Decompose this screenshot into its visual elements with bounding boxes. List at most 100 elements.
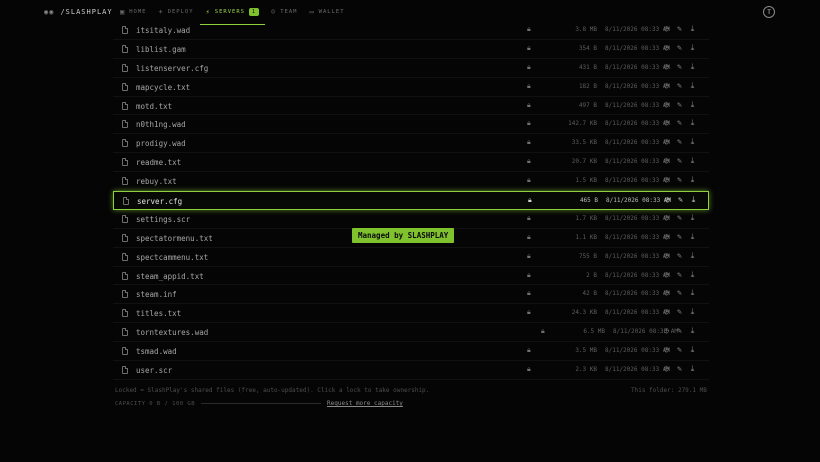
file-row[interactable]: steam_appid.txt 🔒︎ 2 B 8/11/2026 08:33 AM ◷ ✎… [113,267,709,286]
history-icon[interactable]: ◷ [662,232,671,242]
file-row[interactable]: torntextures.wad 🔒︎ 6.5 MB 8/11/2026 08:33 … [113,323,709,343]
lock-icon[interactable]: 🔒︎ [527,25,531,34]
lock-icon[interactable]: 🔒︎ [541,327,545,336]
file-date: 8/11/2026 08:33 AM [605,214,671,222]
download-icon[interactable]: ⤓ [688,251,697,261]
download-icon[interactable]: ⤓ [688,326,697,336]
lock-icon[interactable]: 🔒︎ [527,271,531,280]
file-row[interactable]: listenserver.cfg 🔒︎ 431 B 8/11/2026 08:33 A… [113,59,709,78]
edit-icon[interactable]: ✎ [676,195,685,205]
edit-icon[interactable]: ✎ [675,345,684,355]
edit-icon[interactable]: ✎ [675,137,684,147]
edit-icon[interactable]: ✎ [675,307,684,317]
history-icon[interactable]: ◷ [663,195,672,205]
edit-icon[interactable]: ✎ [675,62,684,72]
download-icon[interactable]: ⤓ [688,118,697,128]
file-row[interactable]: n0th1ng.wad 🔒︎ 142.7 KB 8/11/2026 08:33 AM ◷… [113,115,709,135]
history-icon[interactable]: ◷ [662,364,671,374]
edit-icon[interactable]: ✎ [675,270,684,280]
lock-icon[interactable]: 🔒︎ [527,289,531,298]
edit-icon[interactable]: ✎ [675,175,684,185]
file-row[interactable]: prodigy.wad 🔒︎ 33.5 KB 8/11/2026 08:33 AM ◷ ✎… [113,134,709,154]
file-row[interactable]: tsmad.wad 🔒︎ 3.5 MB 8/11/2026 08:33 AM ◷ ✎ ⤓ [113,342,709,362]
history-icon[interactable]: ◷ [662,251,671,261]
edit-icon[interactable]: ✎ [675,213,684,223]
download-icon[interactable]: ⤓ [688,288,697,298]
history-icon[interactable]: ◷ [662,270,671,280]
download-icon[interactable]: ⤓ [689,195,698,205]
download-icon[interactable]: ⤓ [688,232,697,242]
history-icon[interactable]: ◷ [662,81,671,91]
download-icon[interactable]: ⤓ [688,213,697,223]
lock-icon[interactable]: 🔒︎ [528,196,532,205]
download-icon[interactable]: ⤓ [688,345,697,355]
history-icon[interactable]: ◷ [662,24,671,34]
download-icon[interactable]: ⤓ [688,270,697,280]
edit-icon[interactable]: ✎ [675,24,684,34]
lock-icon[interactable]: 🔒︎ [527,119,531,128]
file-row[interactable]: rebuy.txt 🔒︎ 1.5 KB 8/11/2026 08:33 AM ◷ ✎ ⤓ [113,172,709,192]
lock-icon[interactable]: 🔒︎ [527,233,531,242]
lock-icon[interactable]: 🔒︎ [527,214,531,223]
file-row[interactable]: itsitaly.wad 🔒︎ 3.8 MB 8/11/2026 08:33 AM ◷ ✎… [113,21,709,40]
file-row[interactable]: server.cfg 🔒︎ 465 B 8/11/2026 08:33 AM ◷ ✎ ⤓ [113,191,709,210]
edit-icon[interactable]: ✎ [675,156,684,166]
download-icon[interactable]: ⤓ [688,24,697,34]
history-icon[interactable]: ◷ [662,156,671,166]
lock-icon[interactable]: 🔒︎ [527,157,531,166]
download-icon[interactable]: ⤓ [688,137,697,147]
lock-icon[interactable]: 🔒︎ [527,176,531,185]
history-icon[interactable]: ◷ [662,43,671,53]
download-icon[interactable]: ⤓ [688,62,697,72]
file-row[interactable]: motd.txt 🔒︎ 497 B 8/11/2026 08:33 AM ◷ ✎ ⤓ [113,97,709,116]
lock-icon[interactable]: 🔒︎ [527,252,531,261]
brand[interactable]: ◉◉ /SLASHPLAY [44,8,113,16]
lock-icon[interactable]: 🔒︎ [527,308,531,317]
history-icon[interactable]: ◷ [662,137,671,147]
history-icon[interactable]: ◷ [662,118,671,128]
download-icon[interactable]: ⤓ [688,307,697,317]
history-icon[interactable]: ◷ [662,175,671,185]
file-row[interactable]: readme.txt 🔒︎ 20.7 KB 8/11/2026 08:33 AM ◷ ✎ ⤓ [113,153,709,173]
lock-icon[interactable]: 🔒︎ [527,365,531,374]
edit-icon[interactable]: ✎ [675,118,684,128]
file-icon [123,197,129,206]
edit-icon[interactable]: ✎ [675,43,684,53]
request-capacity-link[interactable]: Request more capacity [327,400,403,407]
download-icon[interactable]: ⤓ [688,81,697,91]
edit-icon[interactable]: ✎ [675,326,684,336]
history-icon[interactable]: ◷ [662,100,671,110]
download-icon[interactable]: ⤓ [688,100,697,110]
lock-icon[interactable]: 🔒︎ [527,63,531,72]
edit-icon[interactable]: ✎ [675,81,684,91]
file-name: torntextures.wad [136,328,209,338]
edit-icon[interactable]: ✎ [675,364,684,374]
history-icon[interactable]: ◷ [662,326,671,336]
edit-icon[interactable]: ✎ [675,232,684,242]
edit-icon[interactable]: ✎ [675,100,684,110]
download-icon[interactable]: ⤓ [688,156,697,166]
history-icon[interactable]: ◷ [662,213,671,223]
edit-icon[interactable]: ✎ [675,251,684,261]
lock-icon[interactable]: 🔒︎ [527,44,531,53]
lock-icon[interactable]: 🔒︎ [527,346,531,355]
file-row[interactable]: settings.scr 🔒︎ 1.7 KB 8/11/2026 08:33 AM ◷ ✎… [113,210,709,229]
file-row[interactable]: titles.txt 🔒︎ 24.3 KB 8/11/2026 08:33 AM ◷ ✎ ⤓ [113,304,709,324]
file-row[interactable]: liblist.gam 🔒︎ 354 B 8/11/2026 08:33 AM ◷ ✎ ⤓ [113,40,709,59]
download-icon[interactable]: ⤓ [688,175,697,185]
lock-icon[interactable]: 🔒︎ [527,82,531,91]
file-row[interactable]: user.scr 🔒︎ 2.3 KB 8/11/2026 08:33 AM ◷ ✎ ⤓ [113,361,709,380]
download-icon[interactable]: ⤓ [688,43,697,53]
history-icon[interactable]: ◷ [662,345,671,355]
user-avatar[interactable]: T [763,6,775,18]
file-row[interactable]: mapcycle.txt 🔒︎ 182 B 8/11/2026 08:33 AM ◷ ✎ ⤓ [113,78,709,97]
history-icon[interactable]: ◷ [662,288,671,298]
download-icon[interactable]: ⤓ [688,364,697,374]
file-row[interactable]: spectcammenu.txt 🔒︎ 755 B 8/11/2026 08:33 A… [113,248,709,267]
lock-icon[interactable]: 🔒︎ [527,101,531,110]
history-icon[interactable]: ◷ [662,62,671,72]
edit-icon[interactable]: ✎ [675,288,684,298]
lock-icon[interactable]: 🔒︎ [527,138,531,147]
file-row[interactable]: steam.inf 🔒︎ 42 B 8/11/2026 08:33 AM ◷ ✎ ⤓ [113,285,709,305]
history-icon[interactable]: ◷ [662,307,671,317]
